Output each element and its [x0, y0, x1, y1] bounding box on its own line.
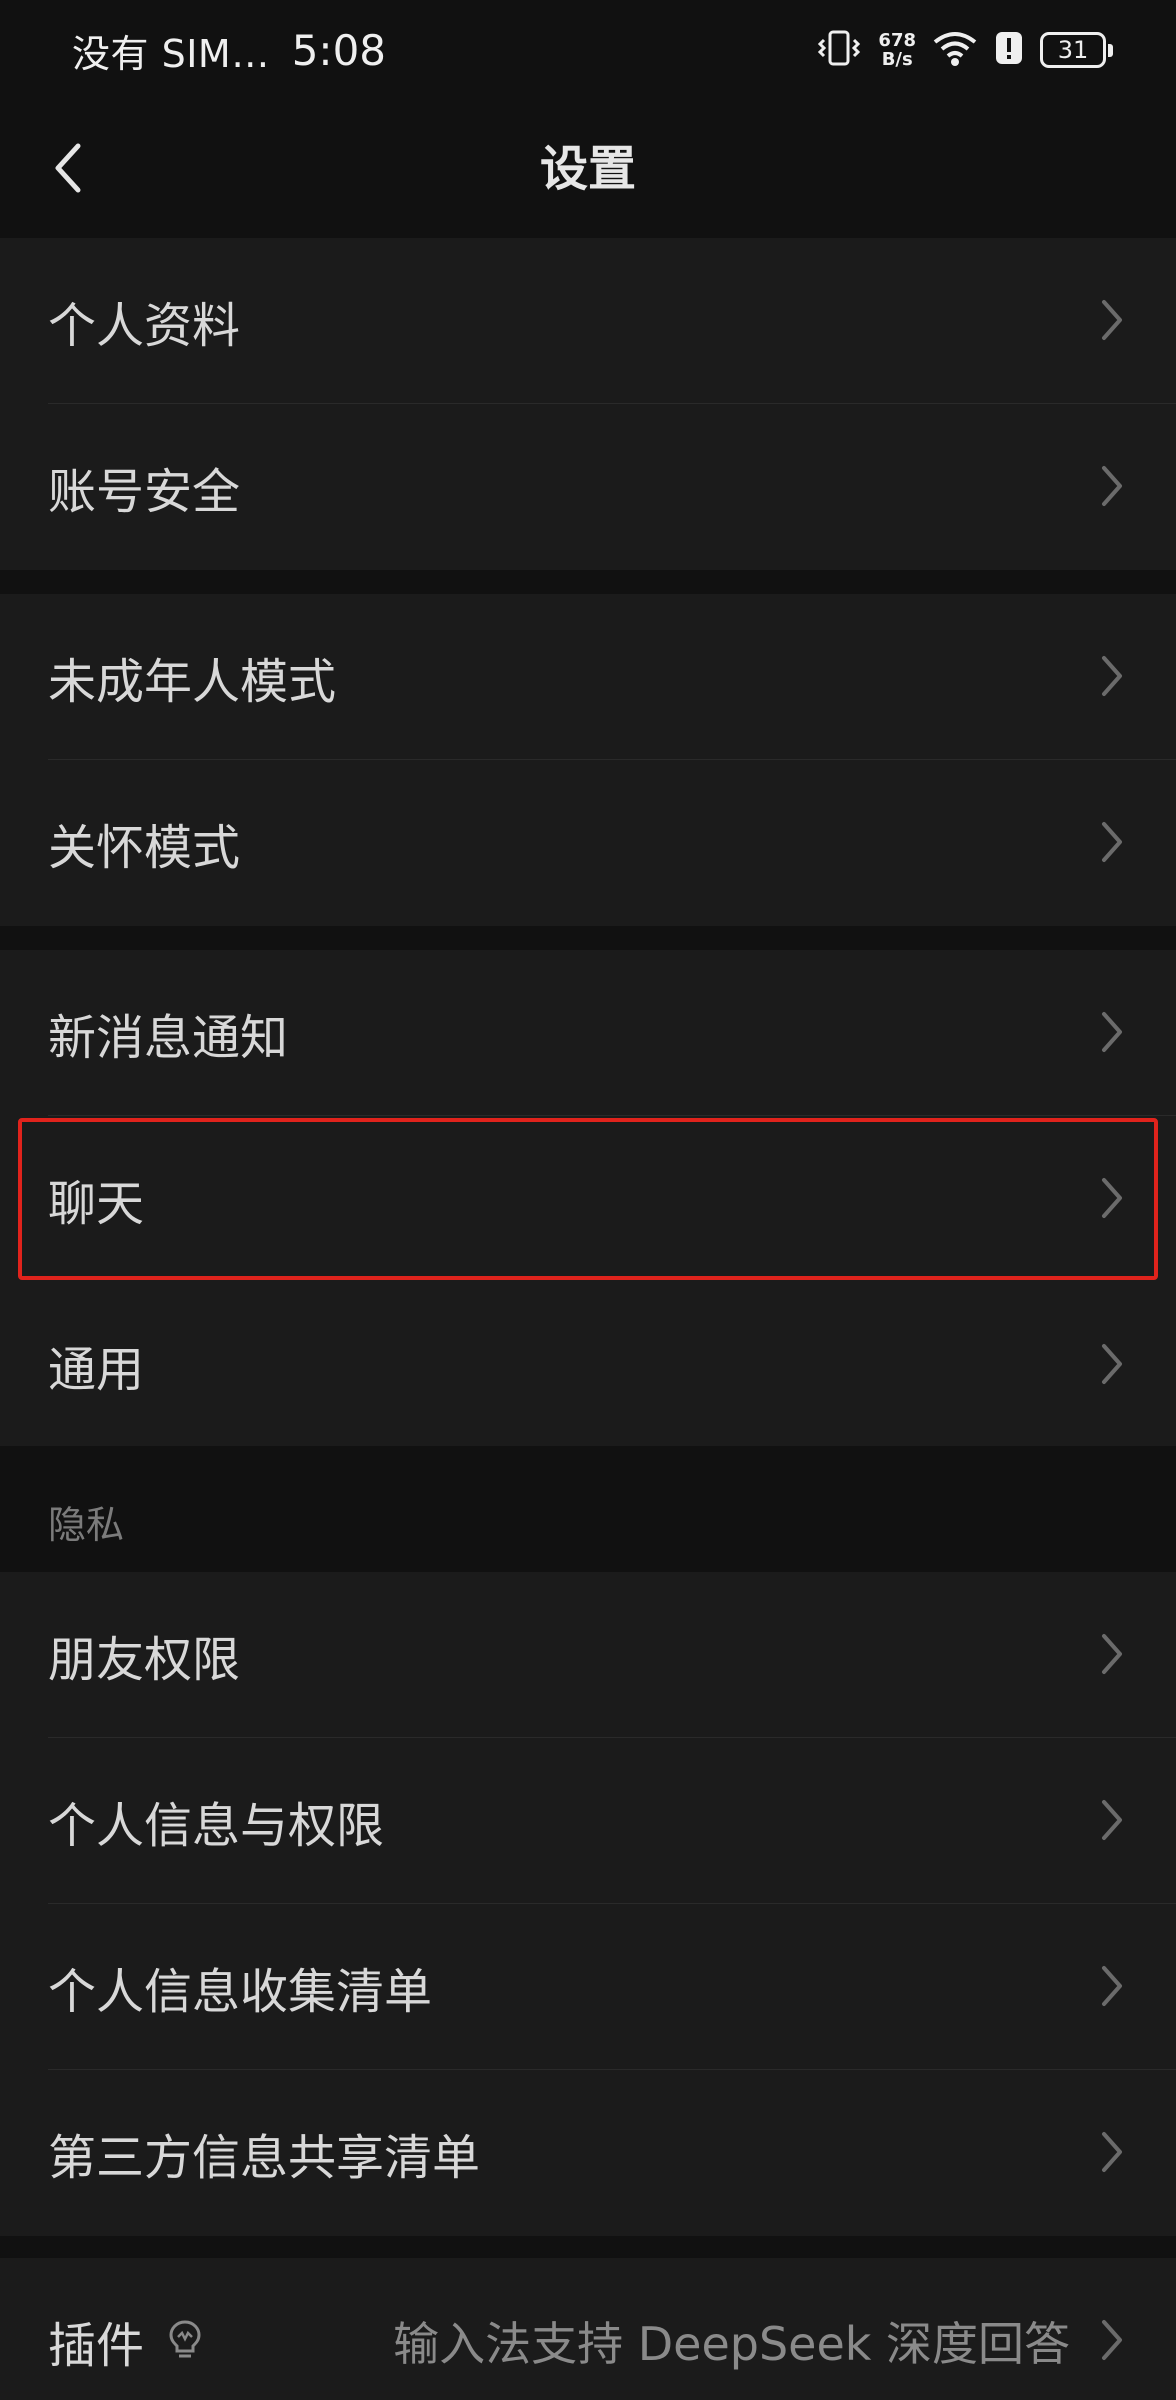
settings-group-general: 新消息通知 聊天 通用 [0, 950, 1176, 1448]
settings-item-care-mode[interactable]: 关怀模式 [0, 760, 1176, 926]
chevron-right-icon [1102, 2320, 1122, 2360]
chevron-right-icon [1102, 1966, 1122, 2006]
settings-item-label: 个人信息与权限 [48, 1798, 385, 1854]
settings-item-label: 第三方信息共享清单 [48, 2130, 481, 2186]
settings-group-modes: 未成年人模式 关怀模式 [0, 594, 1176, 926]
settings-item-label: 朋友权限 [48, 1632, 241, 1688]
settings-item-label: 新消息通知 [48, 1010, 289, 1066]
battery-icon: 31 [1040, 32, 1113, 68]
settings-item-label: 聊天 [48, 1176, 145, 1232]
chevron-right-icon [1102, 1634, 1122, 1674]
settings-item-label: 账号安全 [48, 464, 241, 520]
chevron-right-icon [1102, 822, 1122, 862]
settings-item-minor-mode[interactable]: 未成年人模式 [0, 594, 1176, 760]
settings-item-label: 个人资料 [48, 298, 241, 354]
highlight-box [18, 1118, 1158, 1280]
page-title: 设置 [539, 141, 636, 197]
settings-item-personal-info-permissions[interactable]: 个人信息与权限 [0, 1738, 1176, 1904]
vibrate-icon [816, 28, 862, 72]
chevron-right-icon [1102, 2132, 1122, 2172]
alert-icon [994, 28, 1024, 72]
chevron-right-icon [1102, 300, 1122, 340]
settings-item-notifications[interactable]: 新消息通知 [0, 950, 1176, 1116]
settings-item-label: 个人信息收集清单 [48, 1964, 433, 2020]
chevron-right-icon [1102, 466, 1122, 506]
settings-item-third-party-sharing-list[interactable]: 第三方信息共享清单 [0, 2070, 1176, 2236]
settings-item-label: 通用 [48, 1342, 145, 1398]
plugin-hint: 输入法支持 DeepSeek 深度回答 [393, 2317, 1070, 2371]
section-header-label: 隐私 [48, 1503, 125, 1547]
settings-item-friend-permissions[interactable]: 朋友权限 [0, 1572, 1176, 1738]
nav-bar: 设置 [0, 100, 1176, 238]
chevron-left-icon [55, 143, 81, 193]
settings-item-chat[interactable]: 聊天 [0, 1116, 1176, 1282]
settings-item-profile[interactable]: 个人资料 [0, 238, 1176, 404]
chevron-right-icon [1102, 1012, 1122, 1052]
settings-group-plugins: 插件 输入法支持 DeepSeek 深度回答 [0, 2258, 1176, 2400]
net-speed: 678 B/s [878, 30, 916, 70]
settings-item-label: 未成年人模式 [48, 654, 337, 710]
carrier-text: 没有 SIM… [72, 31, 270, 76]
settings-item-label: 插件 [48, 2318, 145, 2374]
settings-item-general[interactable]: 通用 [0, 1282, 1176, 1448]
clock: 5:08 [291, 25, 387, 75]
settings-group-account: 个人资料 账号安全 [0, 238, 1176, 570]
chevron-right-icon [1102, 656, 1122, 696]
settings-item-plugins[interactable]: 插件 输入法支持 DeepSeek 深度回答 [0, 2258, 1176, 2400]
chevron-right-icon [1102, 1178, 1122, 1218]
wifi-icon [932, 28, 978, 72]
settings-item-info-collection-list[interactable]: 个人信息收集清单 [0, 1904, 1176, 2070]
settings-item-label: 关怀模式 [48, 820, 241, 876]
settings-group-privacy: 朋友权限 个人信息与权限 个人信息收集清单 第三方信息共享清单 [0, 1572, 1176, 2236]
back-button[interactable] [26, 126, 110, 210]
lightbulb-icon [169, 2320, 201, 2358]
section-header-privacy: 隐私 [0, 1446, 1176, 1572]
status-bar: 没有 SIM… 5:08 678 B/s 31 [0, 0, 1176, 100]
chevron-right-icon [1102, 1344, 1122, 1384]
chevron-right-icon [1102, 1800, 1122, 1840]
settings-item-account-security[interactable]: 账号安全 [0, 404, 1176, 570]
